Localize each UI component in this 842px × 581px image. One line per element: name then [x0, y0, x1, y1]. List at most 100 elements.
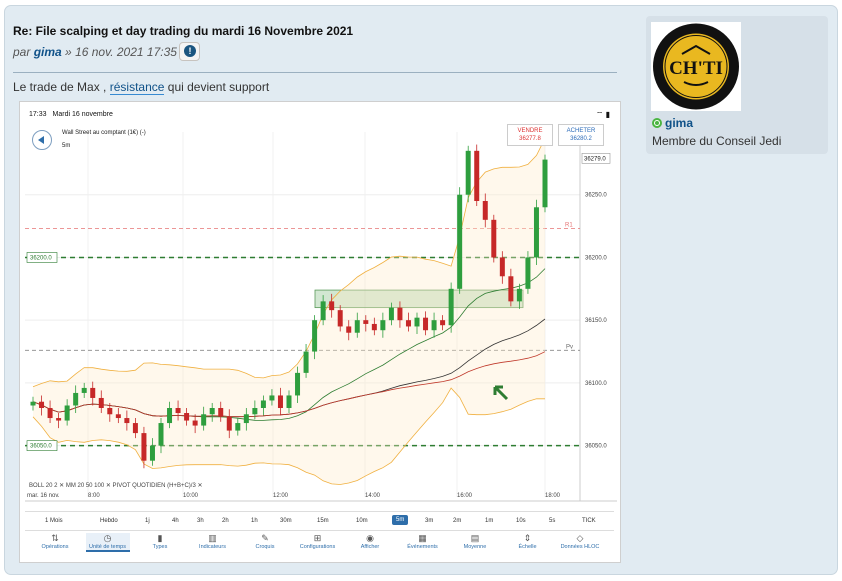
timeframe-bar: 1 Mois Hebdo 1j 4h 3h 2h 1h 30m 15m 10m 5m 3m 2m 1m 10… [25, 511, 614, 532]
candle [175, 408, 181, 414]
candle [508, 276, 514, 302]
profile-username[interactable]: gima [652, 116, 693, 130]
candle [491, 219, 497, 258]
chti-logo-icon: CH'TI [653, 23, 739, 110]
tool-icon: ▦ [418, 533, 427, 543]
level-label: 36050.0 [30, 444, 52, 450]
candle [542, 159, 548, 208]
tool-icon: ◇ [576, 533, 584, 543]
tool-icon: ◷ [103, 533, 112, 543]
y-tick-label: 36050.0 [585, 444, 607, 450]
candle [56, 418, 62, 421]
tool-label: Unité de temps [89, 544, 126, 550]
candle [201, 414, 207, 426]
tool-label: Opérations [41, 544, 69, 550]
sell-quote: VENDRE 36277.8 [507, 124, 553, 146]
profile-username-text[interactable]: gima [665, 116, 693, 130]
timeframe-30m[interactable]: 30m [280, 518, 292, 524]
tool-8[interactable]: ▤ Moyenne [453, 533, 497, 550]
timeframe-1m[interactable]: 1m [485, 518, 493, 524]
candle [184, 413, 190, 421]
tool-2[interactable]: ▮ Types [138, 533, 182, 550]
x-tick-label: 16:00 [457, 493, 473, 499]
candle [533, 207, 539, 258]
post-byline: par gima » 16 nov. 2021 17:35 [13, 45, 177, 59]
tool-5[interactable]: ⊞ Configurations [296, 533, 340, 550]
candle [115, 414, 121, 419]
candle [414, 317, 420, 327]
avatar[interactable]: CH'TI [651, 22, 741, 111]
candle [149, 445, 155, 461]
report-button[interactable]: ! [179, 42, 200, 61]
attached-screenshot[interactable]: 17:33 Mardi 16 novembre ⌔ ▮ 36250.0 36200.… [19, 101, 621, 563]
byline-prefix: par [13, 45, 31, 59]
candle [440, 320, 446, 326]
candle [303, 351, 309, 373]
candle [312, 320, 318, 352]
tool-3[interactable]: ▥ Indicateurs [191, 533, 235, 550]
tool-9[interactable]: ⇕ Échelle [506, 533, 550, 550]
timeframe-15m[interactable]: 15m [317, 518, 329, 524]
timeframe-1h[interactable]: 1h [251, 518, 258, 524]
timeframe-5m[interactable]: 5m [392, 515, 409, 525]
tool-6[interactable]: ◉ Afficher [348, 533, 392, 550]
post-text-after: qui devient support [164, 80, 270, 94]
candle [329, 301, 335, 311]
tool-7[interactable]: ▦ Événements [401, 533, 445, 550]
tool-1[interactable]: ◷ Unité de temps [85, 533, 130, 552]
candle [73, 392, 79, 406]
instrument-name: Wall Street au comptant (1€) (-) [62, 130, 146, 136]
tool-4[interactable]: ✎ Croquis [243, 533, 287, 550]
candle [269, 395, 275, 401]
timeframe-4h[interactable]: 4h [172, 518, 179, 524]
tool-icon: ⇅ [51, 533, 59, 543]
timeframe-tick[interactable]: TICK [582, 518, 596, 524]
candle [363, 320, 369, 324]
tool-icon: ▤ [470, 533, 480, 543]
tool-label: Données HLOC [560, 544, 600, 550]
r1-label: R1 [565, 223, 573, 229]
candlestick-chart: 36250.0 36200.0 36150.0 36100.0 36050.0 36279… [25, 132, 617, 502]
x-tick-label: 14:00 [365, 493, 381, 499]
timeframe-1-mois[interactable]: 1 Mois [45, 518, 63, 524]
candle [346, 326, 352, 333]
resistance-link[interactable]: résistance [109, 80, 165, 95]
timeframe-hebdo[interactable]: Hebdo [100, 518, 118, 524]
tool-label: Événements [407, 544, 438, 550]
timeframe-2h[interactable]: 2h [222, 518, 229, 524]
candle [457, 194, 463, 289]
tool-10[interactable]: ◇ Données HLOC [558, 533, 602, 550]
timeframe-10m[interactable]: 10m [356, 518, 368, 524]
tool-icon: ▥ [208, 533, 217, 543]
back-arrow-icon [32, 130, 52, 150]
indicator-legend: BOLL 20 2 ✕ MM 20 50 100 ✕ PIVOT QUOTIDI… [29, 483, 203, 489]
timeframe-1j[interactable]: 1j [145, 518, 150, 524]
candle [337, 310, 343, 327]
post-title[interactable]: Re: File scalping et day trading du mard… [13, 24, 353, 38]
candle [380, 320, 386, 331]
candle [30, 401, 36, 406]
candle [482, 201, 488, 220]
timeframe-10s[interactable]: 10s [516, 518, 526, 524]
candle [448, 288, 454, 326]
tool-0[interactable]: ⇅ Opérations [33, 533, 77, 550]
byline-separator: » [65, 45, 72, 59]
y-tick-label: 36100.0 [585, 381, 607, 387]
candle [226, 416, 232, 431]
candle [167, 408, 173, 424]
online-status-icon [652, 118, 662, 128]
candle [525, 257, 531, 289]
candle [431, 320, 437, 331]
candle [192, 420, 198, 426]
timeframe-2m[interactable]: 2m [453, 518, 461, 524]
candle [371, 323, 377, 331]
author-link[interactable]: gima [34, 45, 62, 59]
timeframe-5s[interactable]: 5s [549, 518, 555, 524]
sell-price: 36277.8 [519, 136, 541, 142]
timeframe-3m[interactable]: 3m [425, 518, 433, 524]
timeframe-3h[interactable]: 3h [197, 518, 204, 524]
candle [235, 423, 241, 431]
x-tick-label: 10:00 [183, 493, 199, 499]
x-tick-label: 8:00 [88, 493, 100, 499]
candle [39, 401, 45, 408]
